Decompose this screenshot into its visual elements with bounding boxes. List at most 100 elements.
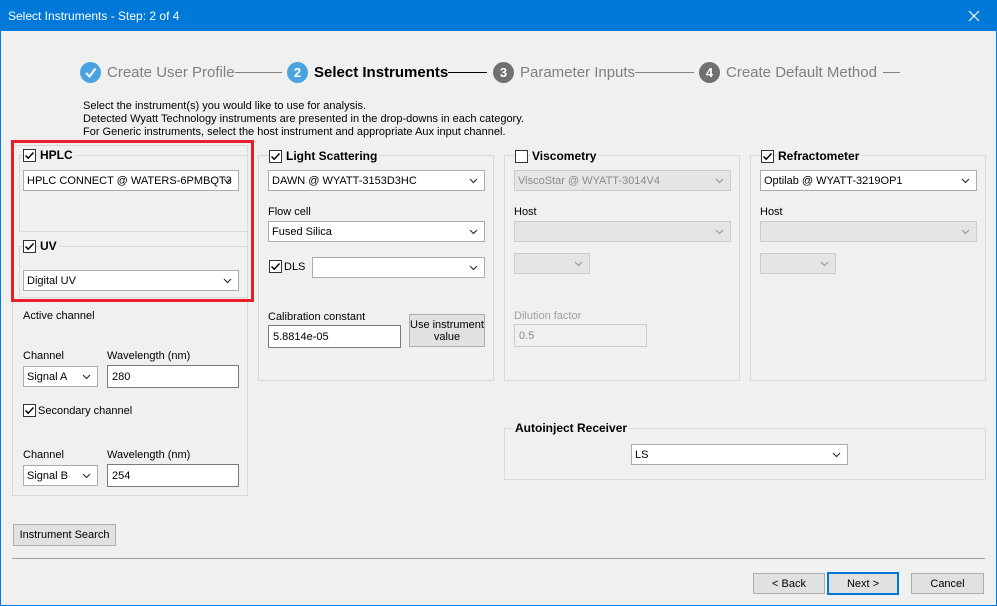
window-title: Select Instruments - Step: 2 of 4 (8, 9, 180, 23)
channel-a-select[interactable]: Signal A (23, 366, 98, 387)
step-number: 3 (493, 61, 514, 83)
step-connector (235, 72, 282, 73)
chevron-down-icon (820, 261, 829, 267)
chevron-down-icon (82, 374, 91, 380)
wavelength-a-input[interactable]: 280 (107, 365, 239, 388)
step-label: Parameter Inputs (520, 63, 636, 81)
host-label: Host (760, 206, 783, 218)
chevron-down-icon (469, 265, 478, 271)
refractometer-value: Optilab @ WYATT-3219OP1 (764, 174, 903, 187)
title-bar: Select Instruments - Step: 2 of 4 (0, 0, 997, 31)
flow-cell-value: Fused Silica (272, 225, 332, 238)
refractometer-host-select[interactable] (760, 221, 977, 242)
viscometry-value: ViscoStar @ WYATT-3014V4 (518, 174, 660, 187)
step-number: 2 (287, 61, 308, 83)
use-instrument-value-button[interactable]: Use instrument value (409, 314, 485, 347)
channel-a-value: Signal A (27, 370, 68, 383)
chevron-down-icon (574, 261, 583, 267)
intro-text: Select the instrument(s) you would like … (83, 100, 524, 139)
next-button[interactable]: Next > (827, 572, 899, 595)
step-label: Select Instruments (314, 63, 449, 81)
wavelength-b-value: 254 (112, 469, 131, 482)
instrument-search-label: Instrument Search (19, 529, 110, 541)
chevron-down-icon (715, 229, 724, 235)
autoinject-label: Autoinject Receiver (513, 421, 630, 435)
wavelength-a-value: 280 (112, 370, 131, 383)
close-button[interactable] (951, 0, 997, 31)
channel-b-value: Signal B (27, 469, 68, 482)
channel-label: Channel (23, 350, 64, 362)
step-connector (883, 72, 900, 73)
step-connector (635, 72, 694, 73)
chevron-down-icon (832, 452, 841, 458)
refractometer-label: Refractometer (776, 149, 862, 163)
viscometry-checkbox[interactable] (515, 150, 528, 163)
chevron-down-icon (82, 473, 91, 479)
wavelength-label: Wavelength (nm) (107, 449, 191, 461)
light-scattering-checkbox[interactable] (269, 150, 282, 163)
dilution-factor-label: Dilution factor (514, 310, 582, 322)
step-label: Create User Profile (107, 63, 235, 81)
chevron-down-icon (961, 178, 970, 184)
wavelength-b-input[interactable]: 254 (107, 464, 239, 487)
checkmark-icon (24, 406, 35, 415)
viscometry-label: Viscometry (530, 149, 599, 163)
refractometer-aux-select[interactable] (760, 253, 836, 274)
active-channel-label: Active channel (23, 310, 95, 322)
light-scattering-label: Light Scattering (284, 149, 380, 163)
host-label: Host (514, 206, 537, 218)
step-create-default-method: 4 Create Default Method (699, 61, 877, 83)
intro-line: Detected Wyatt Technology instruments ar… (83, 113, 524, 125)
chevron-down-icon (469, 178, 478, 184)
use-instrument-value-label: Use instrument value (410, 318, 484, 343)
viscometry-host-select[interactable] (514, 221, 731, 242)
back-label: < Back (772, 577, 806, 590)
light-scattering-value: DAWN @ WYATT-3153D3HC (272, 174, 417, 187)
flow-cell-label: Flow cell (268, 206, 311, 218)
close-icon (968, 10, 980, 21)
checkmark-icon (80, 61, 101, 83)
refractometer-select[interactable]: Optilab @ WYATT-3219OP1 (760, 170, 977, 191)
dilution-factor-value: 0.5 (519, 329, 535, 342)
checkmark-icon (762, 152, 773, 161)
instrument-search-button[interactable]: Instrument Search (13, 524, 116, 546)
autoinject-value: LS (635, 448, 649, 461)
dilution-factor-input[interactable]: 0.5 (514, 324, 647, 347)
footer-divider (12, 558, 985, 559)
flow-cell-select[interactable]: Fused Silica (268, 221, 485, 242)
cancel-button[interactable]: Cancel (911, 573, 984, 594)
step-select-instruments: 2 Select Instruments (287, 61, 448, 83)
dls-select[interactable] (312, 257, 485, 278)
intro-line: Select the instrument(s) you would like … (83, 100, 367, 112)
channel-b-select[interactable]: Signal B (23, 465, 98, 486)
refractometer-checkbox[interactable] (761, 150, 774, 163)
next-label: Next > (846, 577, 880, 590)
calibration-constant-input[interactable]: 5.8814e-05 (268, 325, 401, 348)
highlight-box (11, 140, 254, 302)
step-connector (448, 72, 487, 73)
checkmark-icon (270, 262, 281, 271)
back-button[interactable]: < Back (753, 573, 825, 594)
chevron-down-icon (715, 178, 724, 184)
checkmark-icon (270, 152, 281, 161)
step-number: 4 (699, 61, 720, 83)
chevron-down-icon (469, 229, 478, 235)
dls-label: DLS (284, 261, 306, 273)
viscometry-select[interactable]: ViscoStar @ WYATT-3014V4 (514, 170, 731, 191)
calibration-constant-label: Calibration constant (268, 311, 366, 323)
cancel-label: Cancel (930, 577, 965, 590)
chevron-down-icon (961, 229, 970, 235)
wavelength-label: Wavelength (nm) (107, 350, 191, 362)
step-label: Create Default Method (726, 63, 877, 81)
secondary-channel-checkbox[interactable] (23, 404, 36, 417)
step-parameter-inputs: 3 Parameter Inputs (493, 61, 635, 83)
viscometry-aux-select[interactable] (514, 253, 590, 274)
step-create-user-profile: Create User Profile (80, 61, 235, 83)
intro-line: For Generic instruments, select the host… (83, 126, 506, 138)
dls-checkbox[interactable] (269, 260, 282, 273)
channel-label: Channel (23, 449, 64, 461)
autoinject-select[interactable]: LS (631, 444, 848, 465)
secondary-channel-label: Secondary channel (38, 405, 133, 417)
light-scattering-select[interactable]: DAWN @ WYATT-3153D3HC (268, 170, 485, 191)
calibration-constant-value: 5.8814e-05 (273, 330, 329, 343)
